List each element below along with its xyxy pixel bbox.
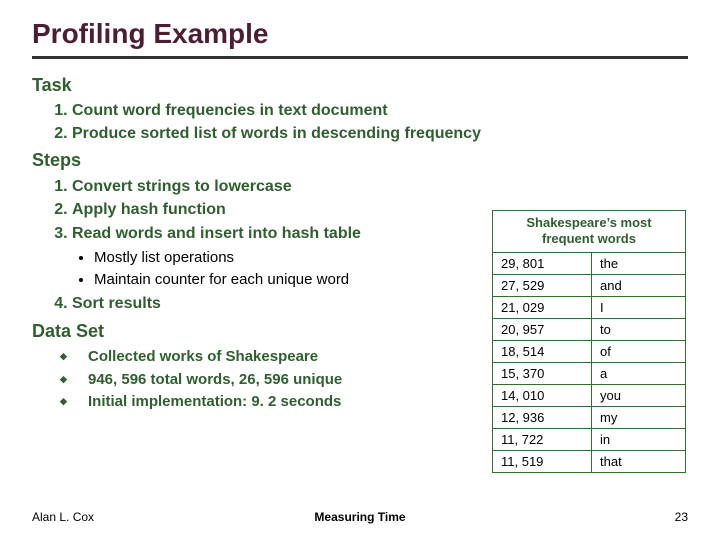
freq-word: a <box>592 362 686 384</box>
freq-count: 14, 010 <box>493 384 592 406</box>
table-row: 11, 722in <box>493 428 686 450</box>
task-list: Count word frequencies in text document … <box>72 100 688 144</box>
freq-word: of <box>592 340 686 362</box>
table-row: 12, 936my <box>493 406 686 428</box>
freq-count: 27, 529 <box>493 274 592 296</box>
freq-count: 18, 514 <box>493 340 592 362</box>
title-rule <box>32 56 688 59</box>
table-row: 15, 370a <box>493 362 686 384</box>
table-row: 11, 519that <box>493 450 686 472</box>
freq-word: the <box>592 252 686 274</box>
slide: Profiling Example Task Count word freque… <box>0 0 720 540</box>
freq-word: you <box>592 384 686 406</box>
freq-count: 12, 936 <box>493 406 592 428</box>
freq-word: in <box>592 428 686 450</box>
frequency-table: Shakespeare’s most frequent words 29, 80… <box>492 210 686 473</box>
freq-count: 29, 801 <box>493 252 592 274</box>
footer-title: Measuring Time <box>32 510 688 524</box>
footer-page: 23 <box>675 510 688 524</box>
heading-task: Task <box>32 75 688 96</box>
table-row: 21, 029I <box>493 296 686 318</box>
table-row: 14, 010you <box>493 384 686 406</box>
freq-word: my <box>592 406 686 428</box>
table-row: 27, 529and <box>493 274 686 296</box>
freq-count: 21, 029 <box>493 296 592 318</box>
freq-count: 15, 370 <box>493 362 592 384</box>
freq-count: 20, 957 <box>493 318 592 340</box>
step-text: Read words and insert into hash table <box>72 225 361 242</box>
list-item: Produce sorted list of words in descendi… <box>72 123 688 145</box>
list-item: Count word frequencies in text document <box>72 100 688 122</box>
freq-word: to <box>592 318 686 340</box>
list-item: Convert strings to lowercase <box>72 175 688 198</box>
table-row: 20, 957to <box>493 318 686 340</box>
slide-title: Profiling Example <box>32 18 688 50</box>
table-row: 29, 801the <box>493 252 686 274</box>
freq-count: 11, 722 <box>493 428 592 450</box>
table-row: 18, 514of <box>493 340 686 362</box>
freq-word: and <box>592 274 686 296</box>
heading-steps: Steps <box>32 150 688 171</box>
table-caption: Shakespeare’s most frequent words <box>493 211 686 253</box>
freq-count: 11, 519 <box>493 450 592 472</box>
freq-word: I <box>592 296 686 318</box>
freq-word: that <box>592 450 686 472</box>
